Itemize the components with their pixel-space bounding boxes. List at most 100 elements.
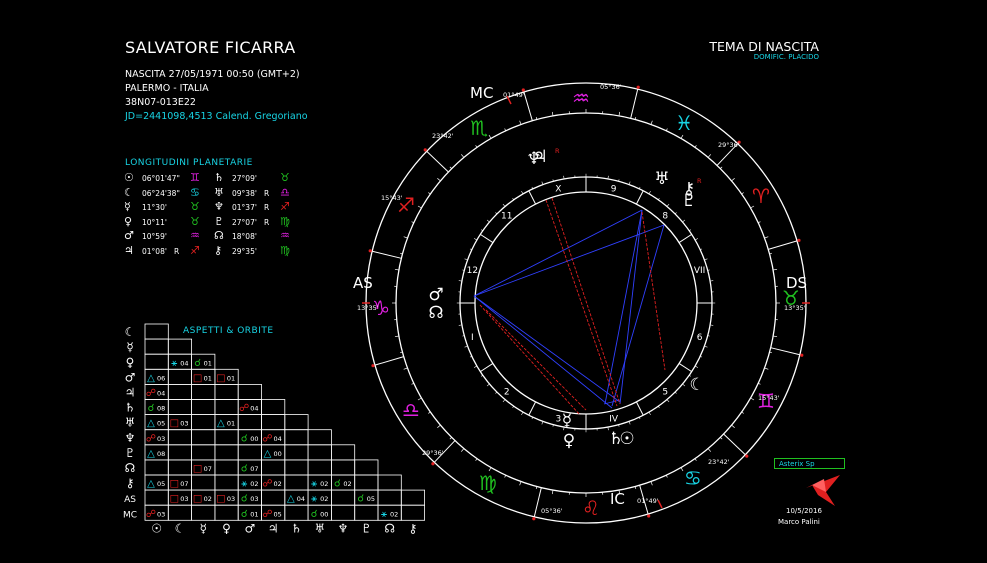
degree-tick — [707, 154, 711, 158]
retrograde-mark: R — [555, 147, 560, 155]
degree-tick — [428, 411, 431, 414]
aspect-line — [603, 399, 621, 405]
house-number: 9 — [611, 184, 617, 194]
sign-divider — [372, 250, 402, 259]
sign-divider — [426, 150, 449, 173]
zodiac-sign-icon: ♍ — [479, 471, 497, 495]
retrograde-mark: R — [697, 177, 702, 185]
degree-tick — [461, 154, 465, 158]
house-number: 8 — [662, 211, 668, 221]
print-date: 10/5/2016 — [786, 507, 822, 515]
house-cusp — [635, 190, 644, 205]
planet-icon: ⚷ — [683, 179, 695, 199]
asc-degree: 13°35' — [357, 304, 379, 312]
chart-wheel: ♑♎♍♌♋♊♉♈♓♒♏♐I23 IV56VII89X1112AS DSMCIC13°… — [353, 82, 810, 524]
ic-degree: 01°49' — [637, 497, 659, 505]
degree-tick — [773, 335, 778, 338]
degree-tick — [502, 399, 506, 403]
degree-tick — [666, 399, 670, 403]
planet-icon: ☊ — [428, 303, 443, 323]
asc-label: AS — [353, 274, 373, 292]
cusp-degree: 23°42' — [708, 458, 730, 466]
house-number: 12 — [467, 266, 478, 276]
degree-tick — [449, 166, 452, 169]
planet-icon: ♄ — [608, 429, 623, 449]
degree-tick — [731, 424, 735, 428]
mc-degree: 01°49' — [503, 91, 525, 99]
degree-tick — [428, 192, 431, 195]
zodiac-sign-icon: ♒ — [572, 86, 590, 110]
house-cusp — [528, 401, 537, 416]
degree-tick — [475, 458, 478, 461]
degree-tick — [694, 145, 697, 148]
degree-tick — [411, 221, 414, 224]
degree-tick — [680, 467, 684, 472]
degree-tick — [521, 411, 524, 416]
degree-tick — [648, 411, 651, 416]
aspect-line — [485, 309, 587, 411]
degree-tick — [773, 268, 778, 271]
degree-tick — [403, 367, 408, 370]
degree-tick — [504, 128, 507, 131]
cusp-dot — [647, 514, 651, 518]
aspect-line — [473, 295, 613, 409]
cusp-dot — [368, 249, 372, 253]
cusp-dot — [745, 454, 749, 458]
cusp-degree: 15°43' — [381, 194, 403, 202]
house-number: VII — [694, 266, 705, 276]
author-name: Marco Palini — [778, 518, 820, 526]
aspect-line — [611, 224, 665, 407]
planet-icon: ♅ — [654, 169, 669, 189]
degree-tick — [486, 219, 490, 223]
house-number: 5 — [662, 388, 668, 398]
degree-tick — [551, 111, 554, 116]
degree-tick — [682, 219, 686, 223]
degree-tick — [731, 178, 735, 182]
asteroid-button[interactable]: Asterix Sp — [774, 458, 845, 469]
house-number: 11 — [501, 211, 512, 221]
house-cusp — [480, 363, 494, 373]
planet-icon: ☾ — [689, 375, 704, 395]
degree-tick — [666, 203, 670, 207]
cusp-degree: 05°36' — [600, 83, 622, 91]
ic-axis — [657, 499, 663, 509]
degree-tick — [475, 145, 478, 148]
sign-divider — [768, 240, 798, 250]
wheel-ring — [395, 112, 777, 494]
sign-divider — [723, 433, 746, 456]
zodiac-sign-icon: ♋ — [684, 466, 702, 490]
aspect-line — [551, 197, 621, 405]
house-number: 2 — [504, 388, 510, 398]
aspect-line — [473, 295, 621, 403]
cusp-dot — [636, 85, 640, 89]
sign-divider — [770, 347, 800, 356]
degree-tick — [680, 134, 684, 139]
sign-divider — [523, 91, 533, 121]
degree-tick — [437, 424, 441, 428]
planet-icon: ♃ — [532, 147, 547, 167]
cusp-degree: 29°36' — [422, 449, 444, 457]
degree-tick — [694, 365, 699, 368]
degree-tick — [758, 382, 761, 385]
house-number: 6 — [697, 333, 703, 343]
house-cusp — [480, 233, 494, 243]
degree-tick — [758, 221, 761, 224]
dsc-label: DS — [786, 274, 807, 292]
house-number: 3 — [555, 415, 561, 425]
degree-tick — [417, 205, 422, 209]
degree-tick — [741, 192, 744, 195]
degree-tick — [764, 367, 769, 370]
degree-tick — [707, 448, 711, 452]
degree-tick — [519, 120, 522, 125]
degree-tick — [720, 166, 723, 169]
degree-tick — [694, 238, 699, 241]
degree-tick — [473, 365, 478, 368]
degree-tick — [682, 383, 686, 387]
sign-divider — [374, 356, 404, 366]
degree-tick — [764, 236, 769, 239]
house-number: X — [555, 184, 561, 194]
dsc-degree: 13°35' — [784, 304, 806, 312]
degree-tick — [449, 437, 452, 440]
degree-tick — [519, 481, 522, 486]
zodiac-sign-icon: ♏ — [470, 116, 488, 140]
